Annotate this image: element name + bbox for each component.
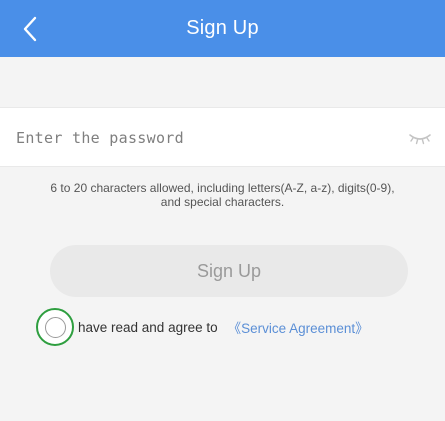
top-bar: Sign Up bbox=[0, 0, 445, 57]
sign-up-button[interactable]: Sign Up bbox=[50, 245, 408, 297]
password-hint: 6 to 20 characters allowed, including le… bbox=[50, 181, 395, 209]
agreement-row: have read and agree to 《Service Agreemen… bbox=[36, 307, 369, 347]
agreement-checkbox[interactable] bbox=[36, 308, 74, 346]
eye-closed-icon[interactable] bbox=[408, 130, 432, 146]
page-title: Sign Up bbox=[186, 17, 259, 39]
circle-icon bbox=[44, 316, 66, 338]
service-agreement-link[interactable]: 《Service Agreement》 bbox=[228, 317, 369, 337]
password-input[interactable] bbox=[16, 122, 386, 154]
chevron-left-icon bbox=[23, 16, 37, 42]
back-button[interactable] bbox=[10, 9, 50, 49]
agreement-text: have read and agree to bbox=[78, 319, 218, 335]
password-field-row bbox=[0, 107, 445, 167]
